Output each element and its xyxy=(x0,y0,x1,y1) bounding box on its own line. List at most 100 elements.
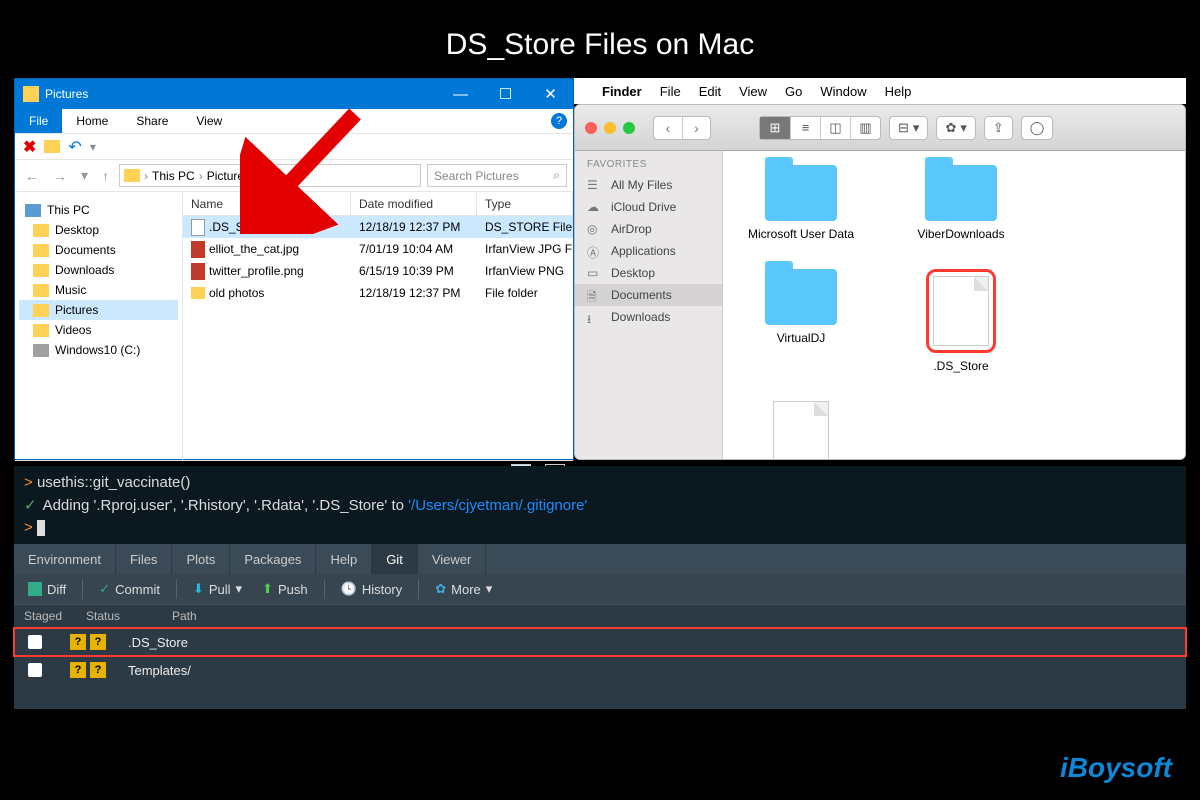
traffic-lights xyxy=(585,122,635,134)
stage-checkbox[interactable] xyxy=(28,635,42,649)
ribbon-tab[interactable]: Home xyxy=(62,114,122,128)
maximize-button[interactable]: ☐ xyxy=(483,79,528,109)
sidebar-item[interactable]: ☰All My Files xyxy=(575,174,722,196)
menu-item[interactable]: Help xyxy=(885,84,912,99)
up-button[interactable]: ↑ xyxy=(98,168,113,184)
sidebar-item[interactable]: ☁iCloud Drive xyxy=(575,196,722,218)
diff-button[interactable]: Diff xyxy=(20,577,74,601)
push-button[interactable]: ⬆Push xyxy=(254,577,316,601)
ribbon-file[interactable]: File xyxy=(15,109,62,133)
zoom-button[interactable] xyxy=(623,122,635,134)
menu-item[interactable]: Finder xyxy=(602,84,642,99)
sidebar-item[interactable]: ▭Desktop xyxy=(575,262,722,284)
folder-icon xyxy=(765,269,837,325)
minimize-button[interactable]: — xyxy=(438,79,483,109)
address-bar[interactable]: › This PC › Pictures xyxy=(119,164,421,187)
recent-dropdown[interactable]: ▾ xyxy=(77,167,92,184)
tree-item[interactable]: Videos xyxy=(19,320,178,340)
more-button[interactable]: ✿More▾ xyxy=(427,577,500,601)
file-list: Name Date modified Type .DS_Store12/18/1… xyxy=(183,192,573,460)
delete-icon[interactable]: ✖ xyxy=(23,137,36,157)
folder-icon xyxy=(33,224,49,237)
stage-checkbox[interactable] xyxy=(28,663,42,677)
back-button[interactable]: ‹ xyxy=(654,117,682,139)
menu-item[interactable]: Go xyxy=(785,84,802,99)
help-icon[interactable]: ? xyxy=(551,113,567,129)
finder-item[interactable]: Microsoft User Data xyxy=(741,165,861,241)
diff-icon xyxy=(28,582,42,596)
tab[interactable]: Files xyxy=(116,544,172,574)
grid-view-button[interactable]: ⊞ xyxy=(760,117,790,139)
tree-this-pc[interactable]: This PC xyxy=(19,200,178,220)
tab[interactable]: Plots xyxy=(172,544,230,574)
sidebar-item[interactable]: ⭳Downloads xyxy=(575,306,722,328)
tab[interactable]: Packages xyxy=(230,544,316,574)
list-view-button[interactable]: ≡ xyxy=(790,117,820,139)
folder-icon[interactable] xyxy=(44,140,60,153)
tree-item[interactable]: Windows10 (C:) xyxy=(19,340,178,360)
history-button[interactable]: 🕓History xyxy=(333,577,411,601)
forward-button[interactable]: → xyxy=(49,168,71,184)
git-row[interactable]: ??Templates/ xyxy=(14,656,1186,684)
tab[interactable]: Environment xyxy=(14,544,116,574)
sidebar-item[interactable]: ◎AirDrop xyxy=(575,218,722,240)
breadcrumb[interactable]: This PC xyxy=(152,169,195,183)
arrange-button[interactable]: ⊟▾ xyxy=(889,116,928,140)
table-row[interactable]: .DS_Store12/18/19 12:37 PMDS_STORE File xyxy=(183,216,573,238)
tree-item[interactable]: Pictures xyxy=(19,300,178,320)
menu-item[interactable]: View xyxy=(739,84,767,99)
finder-item[interactable]: .localized xyxy=(741,401,861,460)
dropdown-icon[interactable]: ▾ xyxy=(90,140,96,154)
back-button[interactable]: ← xyxy=(21,168,43,184)
menu-item[interactable]: Window xyxy=(820,84,866,99)
table-row[interactable]: twitter_profile.png6/15/19 10:39 PMIrfan… xyxy=(183,260,573,282)
forward-button[interactable]: › xyxy=(682,117,710,139)
ribbon-tab[interactable]: Share xyxy=(122,114,182,128)
folder-icon xyxy=(33,304,49,317)
git-row[interactable]: ??.DS_Store xyxy=(14,628,1186,656)
close-button[interactable]: ✕ xyxy=(528,79,573,109)
menu-item[interactable]: File xyxy=(660,84,681,99)
tab[interactable]: Viewer xyxy=(418,544,487,574)
col-date[interactable]: Date modified xyxy=(351,192,477,215)
share-button[interactable]: ⇪ xyxy=(984,116,1013,140)
action-button[interactable]: ✿▾ xyxy=(936,116,975,140)
table-row[interactable]: old photos12/18/19 12:37 PMFile folder xyxy=(183,282,573,304)
sidebar-item[interactable]: 🗎Documents xyxy=(575,284,722,306)
finder-item[interactable]: ViberDownloads xyxy=(901,165,1021,241)
folder-icon xyxy=(765,165,837,221)
breadcrumb[interactable]: Pictures xyxy=(207,169,250,183)
minimize-button[interactable] xyxy=(604,122,616,134)
file-icon xyxy=(191,241,205,258)
finder-item[interactable]: .DS_Store xyxy=(901,269,1021,373)
windows-explorer: Pictures — ☐ ✕ File Home Share View ? ✖ … xyxy=(14,78,574,460)
all-files-icon: ☰ xyxy=(587,178,603,192)
search-input[interactable]: Search Pictures ⌕ xyxy=(427,164,567,187)
tags-button[interactable]: ◯ xyxy=(1021,116,1054,140)
gallery-view-button[interactable]: ▥ xyxy=(850,117,880,139)
tree-item[interactable]: Music xyxy=(19,280,178,300)
tree-item[interactable]: Desktop xyxy=(19,220,178,240)
menu-item[interactable]: Edit xyxy=(699,84,721,99)
undo-icon[interactable]: ↶ xyxy=(68,137,81,157)
sidebar-item[interactable]: ⒶApplications xyxy=(575,240,722,262)
finder-item[interactable]: VirtualDJ xyxy=(741,269,861,373)
file-icon xyxy=(773,401,829,460)
col-type[interactable]: Type xyxy=(477,192,573,215)
tab[interactable]: Help xyxy=(316,544,372,574)
tree-item[interactable]: Downloads xyxy=(19,260,178,280)
pull-button[interactable]: ⬇Pull▾ xyxy=(185,577,250,601)
close-button[interactable] xyxy=(585,122,597,134)
tab-git[interactable]: Git xyxy=(372,544,418,574)
nav-buttons: ‹ › xyxy=(653,116,711,140)
col-name[interactable]: Name xyxy=(183,192,351,215)
column-view-button[interactable]: ◫ xyxy=(820,117,850,139)
tree-item[interactable]: Documents xyxy=(19,240,178,260)
table-row[interactable]: elliot_the_cat.jpg7/01/19 10:04 AMIrfanV… xyxy=(183,238,573,260)
ribbon-tab[interactable]: View xyxy=(182,114,236,128)
downloads-icon: ⭳ xyxy=(587,310,603,324)
folder-icon xyxy=(925,165,997,221)
nav-tree: This PC Desktop Documents Downloads Musi… xyxy=(15,192,183,460)
commit-button[interactable]: ✓Commit xyxy=(91,577,168,601)
rstudio-pane: Environment Files Plots Packages Help Gi… xyxy=(14,544,1186,709)
